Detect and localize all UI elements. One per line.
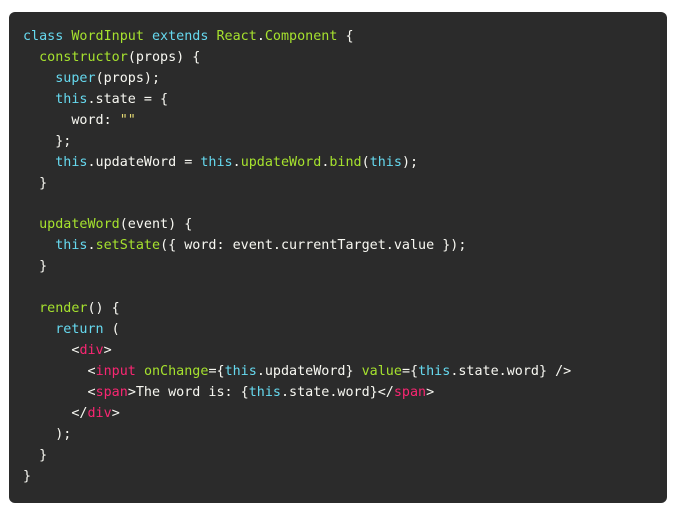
code-token-cls: WordInput <box>71 29 144 44</box>
code-line: return ( <box>23 320 667 341</box>
code-token-kw: this <box>248 384 281 400</box>
code-token-plain: > <box>103 343 112 359</box>
code-token-plain: () { <box>87 301 120 317</box>
code-token-tag: div <box>79 343 104 359</box>
code-token-plain: </ <box>23 405 88 421</box>
code-token-plain: (event) { <box>119 217 193 233</box>
code-token-kw: this <box>418 364 451 379</box>
code-token-plain: .state.word}</ <box>281 384 394 400</box>
code-token-plain: .state = { <box>87 91 169 107</box>
code-token-plain: .updateWord} <box>256 364 362 379</box>
code-token-plain: .updateWord = <box>87 154 201 170</box>
code-token-plain: . <box>256 29 265 44</box>
code-token-plain: { <box>337 29 354 44</box>
code-line: <div> <box>23 341 667 362</box>
code-line: } <box>23 446 667 467</box>
code-token-plain: .state.word} /> <box>450 364 572 379</box>
code-token-plain: ({ word: event.currentTarget.value }); <box>160 238 467 254</box>
code-token-plain: }; <box>23 133 72 149</box>
code-token-plain: (props) { <box>127 49 201 65</box>
code-token-fn: value <box>361 364 402 379</box>
code-token-plain: < <box>23 343 80 359</box>
code-line: constructor(props) { <box>23 48 667 69</box>
code-token-plain: } <box>23 175 48 191</box>
code-token-cls: Component <box>264 29 338 44</box>
code-token-fn: onChange <box>143 364 209 379</box>
code-line: } <box>23 467 667 488</box>
code-token-tag: span <box>393 384 427 400</box>
code-token-plain: . <box>232 154 241 170</box>
code-line: }; <box>23 132 667 153</box>
code-token-fn: constructor <box>39 49 128 65</box>
code-token-plain: word: <box>23 112 120 128</box>
code-line: <input onChange={this.updateWord} value=… <box>23 362 667 383</box>
code-token-plain: ( <box>361 154 370 170</box>
code-token-plain: } <box>23 447 48 463</box>
code-token-plain: < <box>23 384 96 400</box>
code-token-str: "" <box>119 112 136 128</box>
code-token-fn: render <box>39 301 88 317</box>
code-token-plain: } <box>23 468 32 484</box>
code-token-kw: this <box>55 238 88 254</box>
code-line: this.updateWord = this.updateWord.bind(t… <box>23 153 667 174</box>
code-line: super(props); <box>23 69 667 90</box>
code-token-plain: < <box>23 364 96 379</box>
code-token-kw: return <box>55 322 104 338</box>
code-line: </div> <box>23 404 667 425</box>
code-token-fn: updateWord <box>240 154 322 170</box>
code-block: class WordInput extends React.Component … <box>9 12 667 503</box>
code-line: ); <box>23 425 667 446</box>
code-line: this.state = { <box>23 90 667 111</box>
code-token-kw: this <box>55 91 88 107</box>
code-token-tag: div <box>87 405 112 421</box>
code-token-kw: this <box>369 154 402 170</box>
code-token-plain: ={ <box>401 364 419 379</box>
code-token-tag: input <box>95 364 136 379</box>
code-token-kw: extends <box>152 29 209 44</box>
code-token-plain: ); <box>23 426 72 442</box>
code-token-plain: } <box>23 259 48 275</box>
code-line: render() { <box>23 299 667 320</box>
code-line: } <box>23 257 667 278</box>
code-token-fn: bind <box>329 154 362 170</box>
code-line: updateWord(event) { <box>23 215 667 236</box>
code-token-plain: ( <box>103 322 120 338</box>
code-token-plain: > <box>426 384 435 400</box>
code-token-plain: (props); <box>95 70 161 86</box>
code-token-kw: super <box>55 70 96 86</box>
code-token-kw: this <box>200 154 233 170</box>
code-line: } <box>23 174 667 195</box>
code-token-cls: React <box>216 29 257 44</box>
code-token-plain: ); <box>401 154 419 170</box>
code-token-fn: updateWord <box>39 217 120 233</box>
code-token-plain: ={ <box>208 364 225 379</box>
code-token-plain: > <box>111 405 120 421</box>
code-token-kw: this <box>224 364 257 379</box>
code-token-kw: class <box>23 29 64 44</box>
code-content: class WordInput extends React.Component … <box>23 27 667 488</box>
code-token-fn: setState <box>95 238 161 254</box>
code-token-plain: . <box>87 238 96 254</box>
code-token-kw: this <box>55 154 88 170</box>
code-line: <span>The word is: {this.state.word}</sp… <box>23 383 667 404</box>
code-token-plain: >The word is: { <box>127 384 249 400</box>
code-line: class WordInput extends React.Component … <box>23 27 667 48</box>
code-line: this.setState({ word: event.currentTarge… <box>23 236 667 257</box>
code-line: word: "" <box>23 111 667 132</box>
code-token-tag: span <box>95 384 128 400</box>
